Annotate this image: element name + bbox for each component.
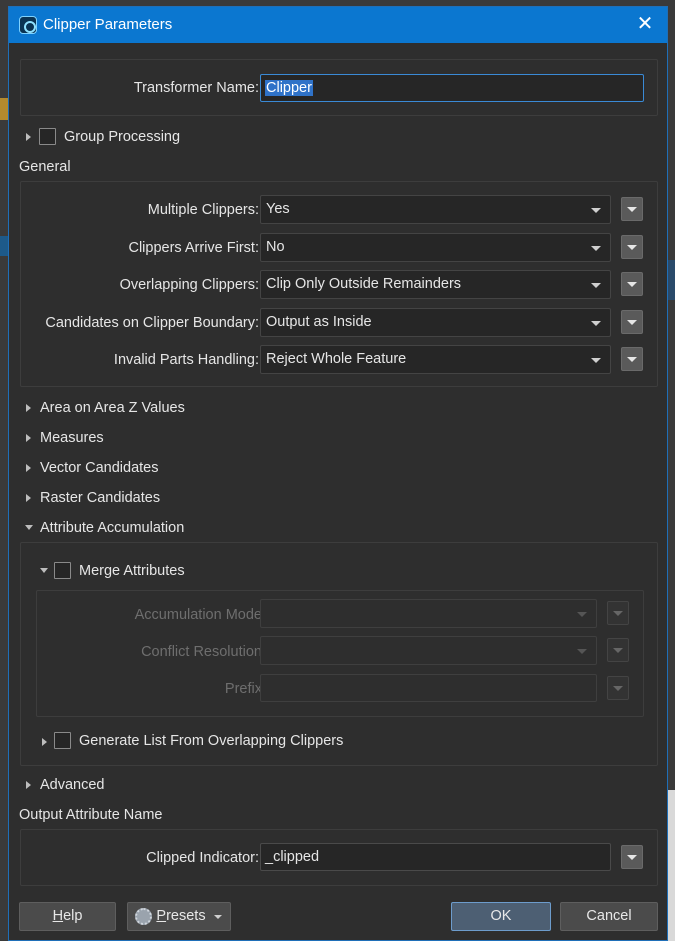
group-processing-label: Group Processing (64, 129, 181, 145)
expand-area-z-icon[interactable] (26, 404, 31, 412)
clippers-arrive-first-label: Clippers Arrive First: (128, 240, 259, 256)
dropdown-arrow-icon (591, 208, 601, 213)
background-fragment (0, 236, 8, 256)
presets-button[interactable]: Presets (127, 902, 231, 931)
presets-accelerator: P (156, 908, 167, 924)
overlapping-clippers-value: Clip Only Outside Remainders (266, 276, 462, 292)
accumulation-mode-select (260, 599, 597, 628)
transformer-name-label: Transformer Name: (133, 80, 259, 96)
section-area-z[interactable]: Area on Area Z Values (40, 400, 185, 416)
background-fragment (0, 98, 8, 120)
conflict-resolution-select (260, 636, 597, 665)
clipper-parameters-dialog: Clipper Parameters ✕ Transformer Name: C… (8, 6, 668, 941)
dropdown-arrow-icon (577, 612, 587, 617)
expand-raster-candidates-icon[interactable] (26, 494, 31, 502)
transformer-name-value: Clipper (265, 80, 313, 96)
dropdown-arrow-icon (591, 321, 601, 326)
multiple-clippers-options-button[interactable] (621, 197, 643, 221)
prefix-input (260, 674, 597, 702)
presets-gear-icon (135, 908, 152, 925)
overlapping-clippers-select[interactable]: Clip Only Outside Remainders (260, 270, 611, 299)
cancel-button[interactable]: Cancel (560, 902, 658, 931)
clippers-arrive-first-options-button[interactable] (621, 235, 643, 259)
dropdown-arrow-icon (577, 649, 587, 654)
overlapping-clippers-label: Overlapping Clippers: (119, 277, 259, 293)
dropdown-arrow-icon (591, 283, 601, 288)
accumulation-mode-options-button (607, 601, 629, 625)
group-processing-checkbox[interactable] (39, 128, 56, 145)
close-icon[interactable]: ✕ (635, 14, 655, 34)
transformer-name-group: Transformer Name: Clipper (20, 59, 658, 116)
prefix-options-button (607, 676, 629, 700)
fme-app-icon (19, 16, 37, 34)
background-fragment (668, 260, 675, 300)
clippers-arrive-first-select[interactable]: No (260, 233, 611, 262)
accumulation-mode-label: Accumulation Mode: (134, 607, 266, 623)
expand-measures-icon[interactable] (26, 434, 31, 442)
general-section-header: General (19, 159, 71, 175)
chevron-down-icon (214, 915, 222, 919)
ok-button[interactable]: OK (451, 902, 551, 931)
expand-advanced-icon[interactable] (26, 781, 31, 789)
expand-vector-candidates-icon[interactable] (26, 464, 31, 472)
clipped-indicator-options-button[interactable] (621, 845, 643, 869)
dropdown-arrow-icon (591, 358, 601, 363)
help-button[interactable]: Help (19, 902, 116, 931)
invalid-parts-label: Invalid Parts Handling: (113, 352, 259, 368)
collapse-merge-attributes-icon[interactable] (40, 568, 48, 573)
expand-group-processing-icon[interactable] (26, 133, 31, 141)
conflict-resolution-label: Conflict Resolution: (141, 644, 266, 660)
multiple-clippers-value: Yes (266, 201, 290, 217)
candidates-on-boundary-value: Output as Inside (266, 314, 372, 330)
invalid-parts-value: Reject Whole Feature (266, 351, 407, 367)
merge-attributes-checkbox[interactable] (54, 562, 71, 579)
candidates-on-boundary-label: Candidates on Clipper Boundary: (45, 315, 259, 331)
general-group: Multiple Clippers: Yes Clippers Arrive F… (20, 181, 658, 387)
title-bar: Clipper Parameters ✕ (9, 7, 667, 43)
section-advanced[interactable]: Advanced (40, 777, 105, 793)
output-attribute-header: Output Attribute Name (19, 807, 163, 823)
clipped-indicator-input[interactable]: _clipped (260, 843, 611, 871)
invalid-parts-select[interactable]: Reject Whole Feature (260, 345, 611, 374)
generate-list-label: Generate List From Overlapping Clippers (79, 733, 344, 749)
invalid-parts-options-button[interactable] (621, 347, 643, 371)
clippers-arrive-first-value: No (266, 239, 285, 255)
dialog-title: Clipper Parameters (43, 16, 173, 33)
output-attribute-group: Clipped Indicator: _clipped (20, 829, 658, 886)
merge-attributes-label: Merge Attributes (79, 563, 185, 579)
section-attribute-accumulation[interactable]: Attribute Accumulation (40, 520, 184, 536)
collapse-attribute-accumulation-icon[interactable] (25, 525, 33, 530)
multiple-clippers-select[interactable]: Yes (260, 195, 611, 224)
section-measures[interactable]: Measures (40, 430, 104, 446)
conflict-resolution-options-button (607, 638, 629, 662)
generate-list-checkbox[interactable] (54, 732, 71, 749)
help-label: elp (63, 908, 83, 924)
section-vector-candidates[interactable]: Vector Candidates (40, 460, 159, 476)
candidates-on-boundary-options-button[interactable] (621, 310, 643, 334)
dropdown-arrow-icon (591, 246, 601, 251)
overlapping-clippers-options-button[interactable] (621, 272, 643, 296)
background-fragment (668, 790, 675, 941)
attribute-accumulation-group: Merge Attributes Accumulation Mode: Conf… (20, 542, 658, 766)
merge-attributes-group: Accumulation Mode: Conflict Resolution: … (36, 590, 644, 717)
clipped-indicator-value: _clipped (265, 849, 320, 865)
clipped-indicator-label: Clipped Indicator: (146, 850, 259, 866)
presets-label: resets (166, 908, 206, 924)
expand-generate-list-icon[interactable] (42, 738, 47, 746)
section-raster-candidates[interactable]: Raster Candidates (40, 490, 160, 506)
multiple-clippers-label: Multiple Clippers: (147, 202, 259, 218)
candidates-on-boundary-select[interactable]: Output as Inside (260, 308, 611, 337)
transformer-name-input[interactable]: Clipper (260, 74, 644, 102)
help-accelerator: H (52, 908, 64, 924)
